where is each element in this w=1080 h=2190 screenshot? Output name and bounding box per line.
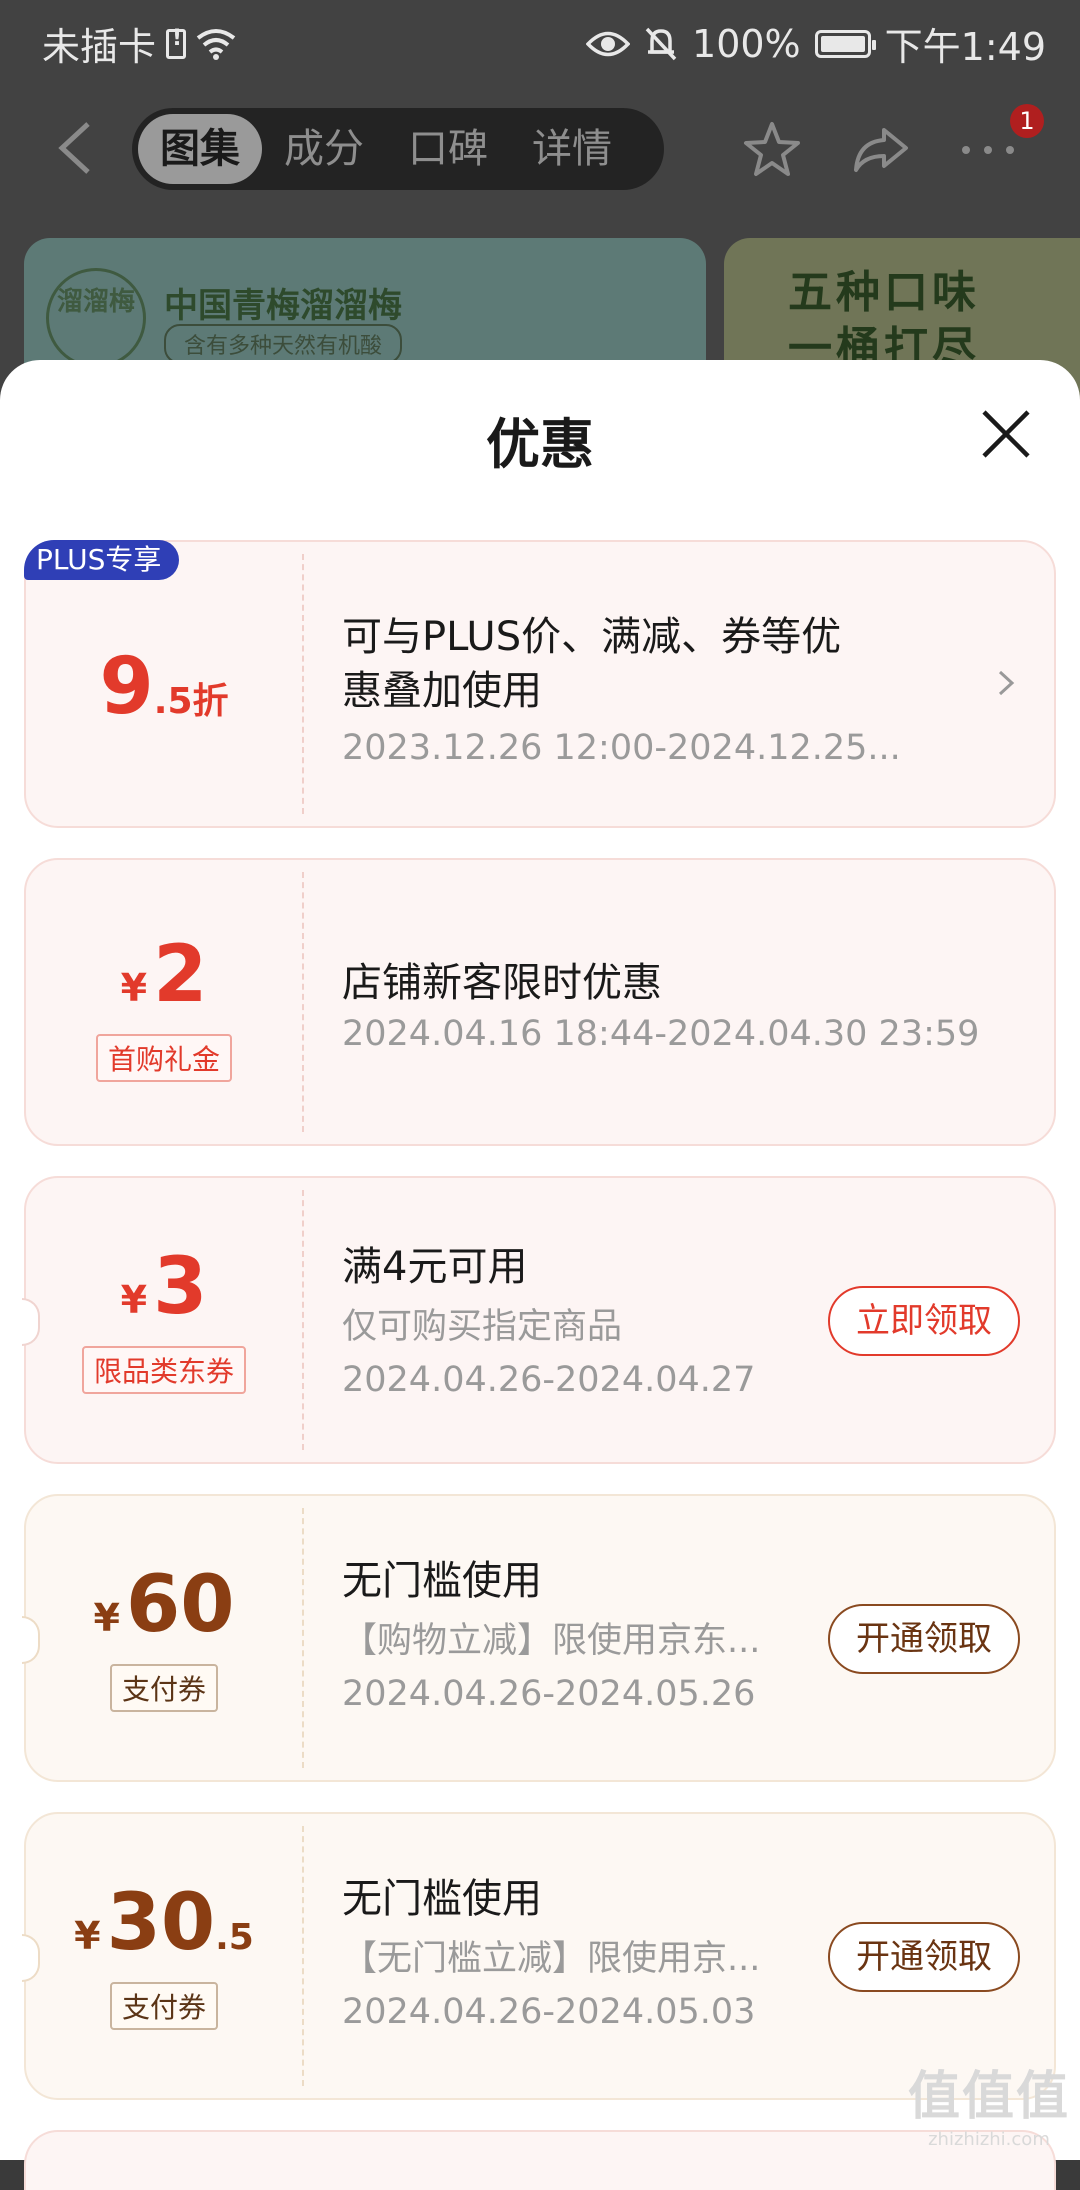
share-icon[interactable] bbox=[848, 118, 912, 182]
yen-symbol: ¥ bbox=[120, 966, 148, 1010]
open-claim-button[interactable]: 开通领取 bbox=[828, 1604, 1020, 1674]
coupon-type-tag: 限品类东券 bbox=[26, 1346, 302, 1394]
watermark-url: zhizhizhi.com bbox=[928, 2129, 1050, 2150]
product-nav-bar: 图集 成分 口碑 详情 bbox=[0, 100, 1080, 200]
coupon-date: 2024.04.26-2024.05.26 bbox=[342, 1674, 756, 1714]
section-tabs: 图集 成分 口碑 详情 bbox=[132, 108, 664, 190]
coupon-desc: 仅可购买指定商品 bbox=[342, 1307, 623, 1347]
coupon-amount: ¥30.5 bbox=[26, 1878, 302, 1968]
open-claim-button[interactable]: 开通领取 bbox=[828, 1922, 1020, 1992]
coupon-title-line2: 惠叠加使用 bbox=[342, 668, 542, 714]
mute-bell-icon bbox=[645, 27, 677, 60]
coupon-date: 2023.12.26 12:00-2024.12.25... bbox=[342, 728, 901, 768]
yen-symbol: ¥ bbox=[93, 1596, 120, 1640]
coupon-amount: ¥3 bbox=[26, 1242, 302, 1332]
coupon-card-payment-30[interactable]: ¥30.5 支付券 无门槛使用 【无门槛立减】限使用京... 2024.04.2… bbox=[22, 1812, 1056, 2100]
tab-details[interactable]: 详情 bbox=[510, 108, 634, 190]
banner-title: 中国青梅溜溜梅 bbox=[164, 286, 402, 326]
coupon-title: 无门槛使用 bbox=[342, 1558, 542, 1604]
amount-decimal: .5折 bbox=[153, 681, 229, 722]
tab-ingredients[interactable]: 成分 bbox=[262, 108, 386, 190]
coupon-card-partial[interactable] bbox=[24, 2130, 1056, 2190]
coupon-date: 2024.04.16 18:44-2024.04.30 23:59 bbox=[342, 1014, 980, 1054]
battery-icon bbox=[814, 29, 876, 58]
coupon-card-payment-60[interactable]: ¥60 支付券 无门槛使用 【购物立减】限使用京东... 2024.04.26-… bbox=[22, 1494, 1056, 1782]
coupon-amount: 9.5折 bbox=[26, 642, 302, 732]
amount-integer: 2 bbox=[153, 930, 208, 1020]
battery-percent: 100% bbox=[692, 21, 801, 66]
coupon-date: 2024.04.26-2024.05.03 bbox=[342, 1992, 756, 2032]
banner2-line1: 五种口味 bbox=[788, 267, 980, 318]
notification-badge: 1 bbox=[1010, 104, 1044, 138]
coupon-divider bbox=[302, 1508, 304, 1768]
wifi-icon bbox=[196, 28, 236, 60]
yen-symbol: ¥ bbox=[74, 1914, 101, 1958]
eye-icon bbox=[586, 31, 631, 56]
coupon-desc: 【购物立减】限使用京东... bbox=[342, 1621, 761, 1661]
chevron-right-icon[interactable] bbox=[996, 668, 1016, 698]
coupon-amount: ¥60 bbox=[26, 1560, 302, 1650]
back-arrow-icon[interactable] bbox=[52, 118, 98, 178]
amount-integer: 9 bbox=[99, 642, 154, 732]
amount-decimal: .5 bbox=[215, 1917, 254, 1958]
coupon-title: 无门槛使用 bbox=[342, 1876, 542, 1922]
yen-symbol: ¥ bbox=[120, 1278, 148, 1322]
amount-integer: 3 bbox=[153, 1242, 208, 1332]
coupon-title: 可与PLUS价、满减、券等优 bbox=[342, 614, 842, 660]
coupon-divider bbox=[302, 1190, 304, 1450]
site-watermark: 值值值 zhizhizhi.com bbox=[908, 2054, 1070, 2150]
coupon-divider bbox=[302, 872, 304, 1132]
watermark-logo: 值值值 bbox=[907, 2067, 1070, 2127]
status-bar: 未插卡 100% 下午1:49 bbox=[0, 0, 1080, 80]
coupon-divider bbox=[302, 554, 304, 814]
amount-integer: 30 bbox=[106, 1878, 216, 1968]
discount-sheet: 优惠 PLUS专享 9.5折 可与PLUS价、满减、券等优 惠叠加使用 2023… bbox=[0, 360, 1080, 2190]
sheet-title: 优惠 bbox=[486, 413, 594, 476]
coupon-type-tag: 支付券 bbox=[26, 1982, 302, 2030]
coupon-title: 店铺新客限时优惠 bbox=[342, 960, 662, 1006]
amount-integer: 60 bbox=[125, 1560, 235, 1650]
close-icon[interactable] bbox=[980, 408, 1032, 460]
coupon-card-plus[interactable]: PLUS专享 9.5折 可与PLUS价、满减、券等优 惠叠加使用 2023.12… bbox=[24, 540, 1056, 828]
star-icon[interactable] bbox=[740, 118, 804, 182]
coupon-type-tag: 支付券 bbox=[26, 1664, 302, 1712]
clock-time: 下午1:49 bbox=[884, 25, 1046, 69]
coupon-title: 满4元可用 bbox=[342, 1244, 528, 1290]
coupon-divider bbox=[302, 1826, 304, 2086]
sim-alert-icon bbox=[166, 26, 187, 59]
tab-gallery[interactable]: 图集 bbox=[138, 114, 262, 184]
coupon-type-tag: 首购礼金 bbox=[26, 1034, 302, 1082]
coupon-date: 2024.04.26-2024.04.27 bbox=[342, 1360, 756, 1400]
carrier-text: 未插卡 bbox=[42, 25, 157, 69]
coupon-amount: ¥2 bbox=[26, 930, 302, 1020]
coupon-card-category[interactable]: ¥3 限品类东券 满4元可用 仅可购买指定商品 2024.04.26-2024.… bbox=[22, 1176, 1056, 1464]
brand-logo: 溜溜梅 bbox=[46, 268, 146, 368]
coupon-desc: 【无门槛立减】限使用京... bbox=[342, 1939, 761, 1979]
plus-exclusive-badge: PLUS专享 bbox=[24, 540, 180, 580]
coupon-card-new-customer[interactable]: ¥2 首购礼金 店铺新客限时优惠 2024.04.16 18:44-2024.0… bbox=[24, 858, 1056, 1146]
tab-reviews[interactable]: 口碑 bbox=[386, 108, 510, 190]
banner-subtitle: 含有多种天然有机酸 bbox=[164, 324, 403, 364]
claim-now-button[interactable]: 立即领取 bbox=[828, 1286, 1020, 1356]
